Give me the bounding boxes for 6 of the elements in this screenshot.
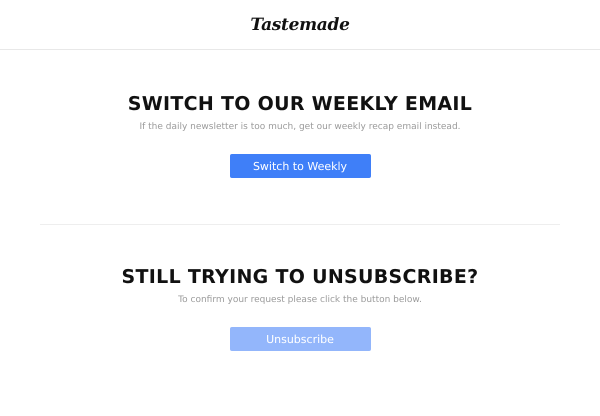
section-heading: SWITCH TO OUR WEEKLY EMAIL — [128, 93, 472, 115]
logo: Tastemade — [250, 14, 350, 34]
action-button[interactable]: Switch to Weekly — [230, 154, 370, 178]
section-description: If the daily newsletter is too much, get our weekly recap email instead. — [139, 122, 461, 132]
section-heading: STILL TRYING TO UNSUBSCRIBE? — [122, 266, 478, 288]
section-description: To confirm your request please click the button below. — [178, 295, 422, 305]
